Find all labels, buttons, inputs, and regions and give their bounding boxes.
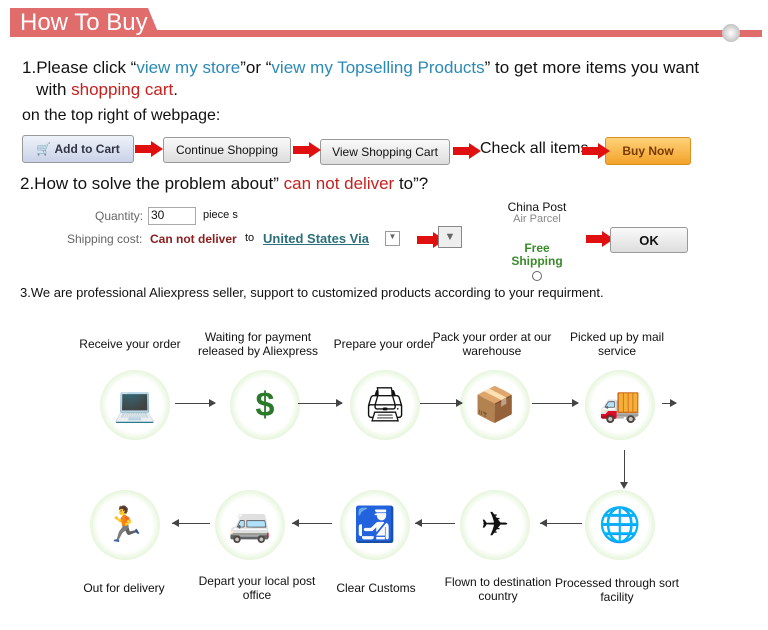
process-step-label: Waiting for payment released by Aliexpre…: [197, 330, 319, 358]
customs-icon: 🛃: [340, 490, 410, 560]
worker-boxes-icon: 📦: [460, 370, 530, 440]
dropdown-icon[interactable]: ▼: [438, 226, 462, 248]
shipping-label: Shipping cost:: [67, 232, 143, 246]
process-step-label: Pack your order at our warehouse: [432, 330, 552, 358]
step3-text: 3.We are professional Aliexpress seller,…: [20, 285, 604, 300]
van-icon: 🚐: [215, 490, 285, 560]
to-text: to: [245, 232, 255, 244]
printer-icon: 🖨: [350, 370, 420, 440]
carrier-name: China Post: [507, 200, 567, 214]
carrier-sub: Air Parcel: [513, 213, 561, 225]
truck-icon: 🚚: [585, 370, 655, 440]
step2-question: 2.How to solve the problem about” can no…: [20, 174, 429, 193]
process-step-label: Flown to destination country: [444, 575, 552, 603]
red-arrow-icon: [582, 143, 610, 164]
buy-now-button[interactable]: Buy Now: [605, 137, 691, 165]
ok-button[interactable]: OK: [610, 227, 688, 253]
free-shipping: Free Shipping: [511, 241, 563, 268]
add-to-cart-button[interactable]: 🛒 Add to Cart: [22, 135, 134, 163]
red-arrow-icon: [453, 143, 481, 164]
view-cart-button[interactable]: View Shopping Cart: [320, 139, 450, 165]
diamond-icon: [722, 24, 740, 42]
process-step-label: Clear Customs: [336, 581, 416, 595]
country-link[interactable]: United States Via: [263, 231, 369, 246]
process-step-label: Picked up by mail service: [569, 330, 665, 358]
money-bag-icon: $: [230, 370, 300, 440]
step1-text: 1.Please click “view my store”or “view m…: [22, 58, 700, 99]
process-step-label: Out for delivery: [83, 581, 165, 595]
cart-icon: 🛒: [36, 142, 55, 156]
dropdown-small-icon[interactable]: ▼: [385, 231, 400, 246]
continue-shopping-button[interactable]: Continue Shopping: [163, 137, 291, 163]
flow-arrow: [624, 450, 625, 485]
topselling-link[interactable]: view my Topselling Products: [271, 58, 484, 77]
page-title: How To Buy: [20, 9, 148, 36]
red-arrow-icon: [135, 141, 163, 162]
process-step-label: Depart your local post office: [198, 574, 316, 602]
view-store-link[interactable]: view my store: [136, 58, 240, 77]
unit-label: piece s: [203, 209, 238, 221]
quantity-label: Quantity:: [95, 209, 144, 223]
process-step-label: Processed through sort facility: [554, 576, 680, 604]
cannot-deliver-text: Can not deliver: [150, 232, 237, 246]
step1-note: on the top right of webpage:: [22, 107, 221, 124]
computer-user-icon: 💻: [100, 370, 170, 440]
airplane-icon: ✈: [460, 490, 530, 560]
radio-button[interactable]: [532, 271, 542, 281]
globe-mail-icon: 🌐: [585, 490, 655, 560]
process-step-label: Receive your order: [79, 337, 181, 351]
red-arrow-icon: [293, 142, 321, 163]
courier-icon: 🏃: [90, 490, 160, 560]
check-items-text: Check all items: [480, 140, 589, 157]
quantity-input[interactable]: 30: [148, 207, 196, 225]
